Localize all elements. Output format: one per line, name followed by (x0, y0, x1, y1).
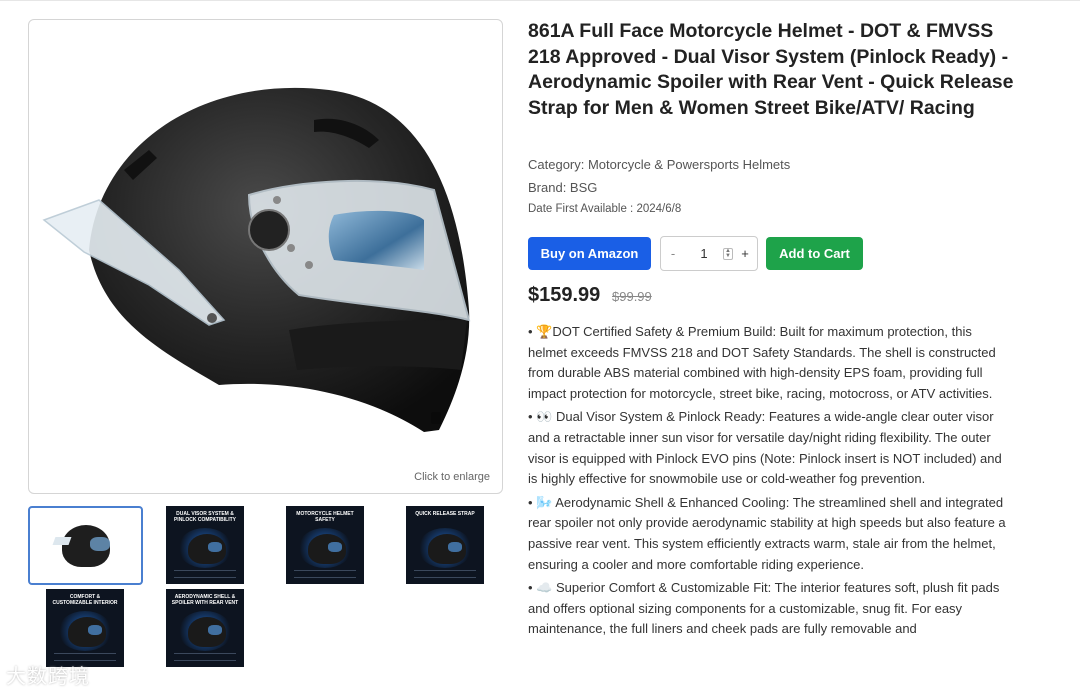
thumbnail-2[interactable]: DUAL VISOR SYSTEM & PINLOCK COMPATIBILIT… (148, 506, 262, 584)
current-price: $159.99 (528, 284, 601, 306)
thumbnail-6[interactable]: AERODYNAMIC SHELL & SPOILER WITH REAR VE… (148, 589, 262, 667)
thumbnail-image: MOTORCYCLE HELMET SAFETY (286, 506, 364, 584)
click-to-enlarge-label: Click to enlarge (414, 471, 490, 483)
date-first-available: Date First Available : 2024/6/8 (528, 203, 682, 215)
feature-bullet: • 🌬️ Aerodynamic Shell & Enhanced Coolin… (528, 494, 1006, 572)
thumbnail-1[interactable] (28, 506, 143, 585)
product-title: 861A Full Face Motorcycle Helmet - DOT &… (528, 20, 1014, 120)
top-divider (0, 0, 1080, 1)
thumbnail-image: COMFORT & CUSTOMIZABLE INTERIOR (46, 589, 124, 667)
quantity-input[interactable]: 1 (685, 246, 723, 261)
spinner-arrows-icon[interactable]: ▲ ▼ (723, 247, 733, 260)
thumbnail-image: QUICK RELEASE STRAP (406, 506, 484, 584)
feature-bullet: • 👀 Dual Visor System & Pinlock Ready: F… (528, 409, 1002, 487)
add-to-cart-button[interactable]: Add to Cart (766, 237, 863, 270)
thumbnail-5[interactable]: COMFORT & CUSTOMIZABLE INTERIOR (28, 589, 142, 667)
thumbnail-image: AERODYNAMIC SHELL & SPOILER WITH REAR VE… (166, 589, 244, 667)
feature-bullets: • 🏆DOT Certified Safety & Premium Build:… (528, 322, 1008, 643)
thumbnail-3[interactable]: MOTORCYCLE HELMET SAFETY (268, 506, 382, 584)
product-category: Category: Motorcycle & Powersports Helme… (528, 157, 791, 172)
thumbnail-4[interactable]: QUICK RELEASE STRAP (388, 506, 502, 584)
buy-on-amazon-button[interactable]: Buy on Amazon (528, 237, 651, 270)
quantity-stepper: - 1 ▲ ▼ + (660, 236, 758, 271)
increment-button[interactable]: + (733, 246, 757, 261)
original-price: $99.99 (612, 289, 652, 304)
feature-bullet: • 🏆DOT Certified Safety & Premium Build:… (528, 324, 996, 401)
product-brand: Brand: BSG (528, 180, 598, 195)
decrement-button[interactable]: - (661, 246, 685, 261)
helmet-image (42, 87, 471, 432)
thumbnail-image (37, 510, 134, 581)
watermark-logo: 大数跨境 (6, 664, 90, 688)
feature-bullet: • ☁️ Superior Comfort & Customizable Fit… (528, 580, 1000, 637)
main-product-image[interactable]: Click to enlarge (28, 19, 503, 494)
thumbnail-image: DUAL VISOR SYSTEM & PINLOCK COMPATIBILIT… (166, 506, 244, 584)
